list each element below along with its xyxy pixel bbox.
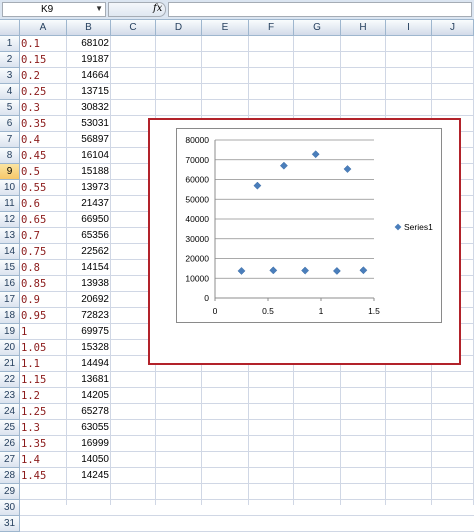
data-point	[279, 161, 288, 170]
legend-label: Series1	[404, 222, 433, 232]
legend-marker	[394, 223, 402, 231]
data-point	[237, 266, 246, 275]
y-tick-label: 70000	[185, 155, 209, 165]
data-point	[359, 266, 368, 275]
data-point	[311, 150, 320, 159]
row-header-31[interactable]: 31	[0, 516, 20, 532]
data-point	[253, 181, 262, 190]
y-tick-label: 40000	[185, 214, 209, 224]
scatter-chart: 0 10000 20000 30000 40000 50000 60000 70000 8000…	[185, 135, 433, 316]
y-tick-label: 60000	[185, 175, 209, 185]
data-point	[343, 165, 352, 173]
y-tick-label: 30000	[185, 234, 209, 244]
x-tick-label: 0	[213, 306, 218, 316]
cell-a31[interactable]	[20, 516, 67, 532]
data-point	[301, 266, 310, 275]
x-tick-label: 0.5	[262, 306, 274, 316]
data-point	[269, 266, 278, 275]
cell-b31[interactable]	[67, 516, 111, 532]
x-tick-label: 1.5	[368, 306, 380, 316]
x-tick-label: 1	[319, 306, 324, 316]
y-tick-label: 0	[204, 293, 209, 303]
y-tick-label: 20000	[185, 254, 209, 264]
y-tick-label: 50000	[185, 194, 209, 204]
y-tick-label: 10000	[185, 273, 209, 283]
data-point	[332, 266, 341, 275]
y-tick-label: 80000	[185, 135, 209, 145]
